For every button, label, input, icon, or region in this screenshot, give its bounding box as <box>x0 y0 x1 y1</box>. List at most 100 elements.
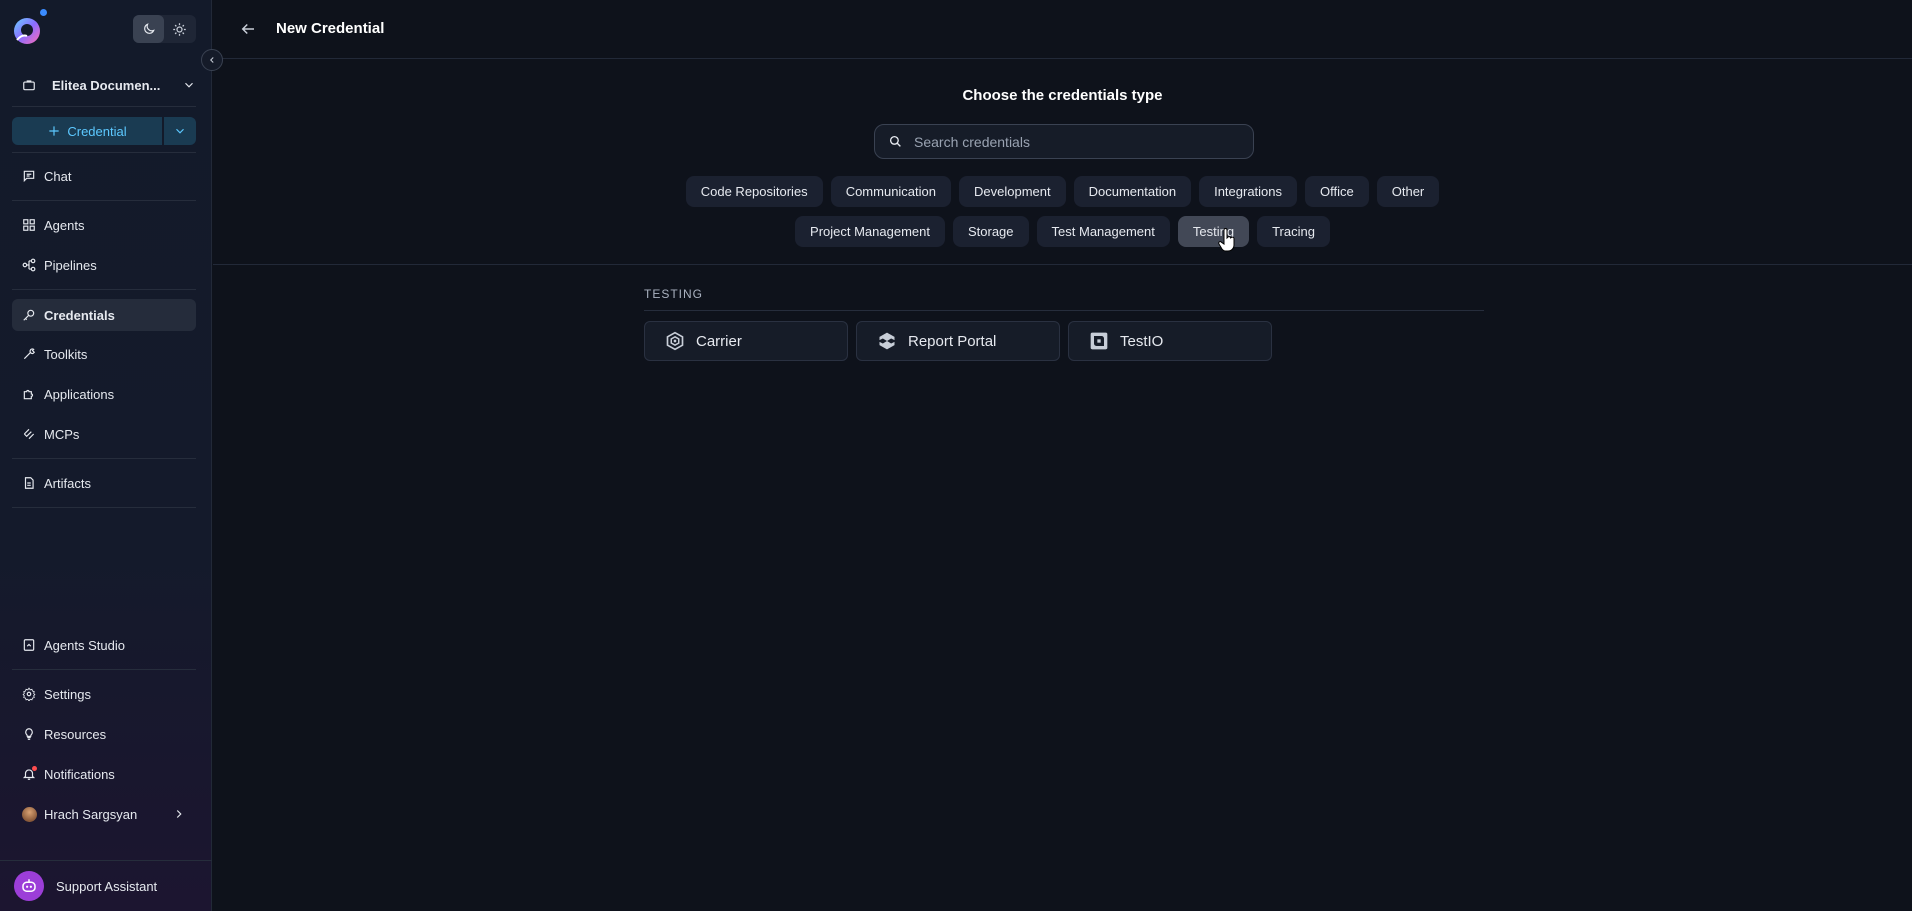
pipeline-icon <box>22 258 36 272</box>
nav-agents-studio[interactable]: Agents Studio <box>12 629 196 661</box>
nav-label: Resources <box>44 726 107 742</box>
avatar <box>22 806 37 822</box>
category-chip[interactable]: Storage <box>952 216 1029 247</box>
divider <box>12 507 196 508</box>
divider <box>213 264 1912 265</box>
divider <box>12 669 196 670</box>
carrier-icon <box>666 331 684 351</box>
elitea-logo[interactable] <box>12 16 42 46</box>
support-label: Support Assistant <box>56 878 158 894</box>
search-input[interactable] <box>914 133 1234 150</box>
report-portal-icon <box>879 332 895 350</box>
nav-credentials[interactable]: Credentials <box>12 299 196 331</box>
credential-card-carrier[interactable]: Carrier <box>644 321 848 361</box>
support-bot-icon <box>14 871 44 901</box>
user-menu[interactable]: Hrach Sargsyan <box>12 798 196 830</box>
create-credential-button[interactable]: Credential <box>12 117 162 145</box>
support-assistant[interactable]: Support Assistant <box>0 860 212 911</box>
nav-pipelines[interactable]: Pipelines <box>12 249 196 281</box>
nav-toolkits[interactable]: Toolkits <box>12 338 196 370</box>
hand-cursor-icon <box>1218 228 1235 252</box>
key-icon <box>23 309 35 321</box>
nav-label: Notifications <box>44 766 115 782</box>
notification-badge <box>32 766 37 771</box>
card-label: Carrier <box>696 332 742 350</box>
search-box <box>874 124 1254 159</box>
user-name: Hrach Sargsyan <box>44 806 138 822</box>
nav-label: Pipelines <box>44 257 97 273</box>
sun-icon <box>173 22 186 36</box>
nav-resources[interactable]: Resources <box>12 718 196 750</box>
nav-label: Artifacts <box>44 475 91 491</box>
divider <box>12 200 196 201</box>
section-label: TESTING <box>644 287 704 301</box>
category-chip[interactable]: Code Repositories <box>685 176 823 207</box>
theme-toggle <box>133 15 196 43</box>
nav-mcps[interactable]: MCPs <box>12 418 196 450</box>
nav-agents[interactable]: Agents <box>12 209 196 241</box>
chevron-left-icon <box>210 57 214 63</box>
divider <box>644 310 1484 311</box>
nav-label: Settings <box>44 686 91 702</box>
nav-label: Toolkits <box>44 346 88 362</box>
file-icon <box>24 477 34 489</box>
nav-applications[interactable]: Applications <box>12 378 196 410</box>
category-chip[interactable]: Other <box>1376 176 1440 207</box>
light-mode-button[interactable] <box>164 15 195 43</box>
back-arrow-icon[interactable] <box>239 20 257 38</box>
wrench-icon <box>23 348 36 360</box>
create-dropdown-button[interactable] <box>164 117 196 145</box>
divider <box>12 106 196 107</box>
category-row-2: Project Management Storage Test Manageme… <box>213 216 1912 247</box>
lightbulb-icon <box>25 728 33 740</box>
nav-label: Applications <box>44 386 115 402</box>
dark-mode-button[interactable] <box>133 15 164 43</box>
studio-icon <box>23 639 35 651</box>
gear-icon <box>22 687 36 701</box>
create-label: Credential <box>67 123 127 139</box>
nav-settings[interactable]: Settings <box>12 678 196 710</box>
credential-card-testio[interactable]: TestIO <box>1068 321 1272 361</box>
category-chip[interactable]: Office <box>1305 176 1369 207</box>
plus-icon <box>49 126 60 136</box>
briefcase-icon <box>23 80 35 91</box>
testio-icon <box>1090 332 1108 350</box>
credential-card-report-portal[interactable]: Report Portal <box>856 321 1060 361</box>
chat-icon <box>23 170 35 183</box>
nav-notifications[interactable]: Notifications <box>12 758 196 790</box>
sidebar: Elitea Documen... Credential Chat Agents… <box>0 0 212 911</box>
mcp-icon <box>23 428 35 440</box>
nav-label: Chat <box>44 168 72 184</box>
category-chip[interactable]: Communication <box>830 176 952 207</box>
chevron-down-icon <box>185 82 193 88</box>
project-name: Elitea Documen... <box>52 77 161 93</box>
category-chip[interactable]: Test Management <box>1036 216 1170 247</box>
chevron-right-icon <box>176 810 182 818</box>
search-icon <box>889 135 901 147</box>
category-chip[interactable]: Tracing <box>1257 216 1330 247</box>
nav-artifacts[interactable]: Artifacts <box>12 467 196 499</box>
nav-label: Credentials <box>44 307 115 323</box>
choose-type-title: Choose the credentials type <box>962 87 1163 104</box>
divider <box>12 152 196 153</box>
collapse-sidebar-button[interactable] <box>201 49 223 71</box>
category-chip[interactable]: Development <box>959 176 1066 207</box>
card-label: TestIO <box>1120 332 1164 350</box>
chevron-down-icon <box>176 128 184 134</box>
category-chip[interactable]: Project Management <box>795 216 945 247</box>
moon-icon <box>143 23 155 34</box>
project-selector[interactable]: Elitea Documen... <box>12 70 196 100</box>
nav-label: MCPs <box>44 426 80 442</box>
category-chip[interactable]: Documentation <box>1073 176 1192 207</box>
puzzle-icon <box>23 389 34 400</box>
divider <box>12 458 196 459</box>
grid-icon <box>23 219 35 231</box>
category-chip-active[interactable]: Testing <box>1177 216 1250 247</box>
nav-label: Agents Studio <box>44 637 125 653</box>
notification-dot <box>40 9 47 16</box>
category-chip[interactable]: Integrations <box>1199 176 1298 207</box>
nav-chat[interactable]: Chat <box>12 160 196 192</box>
top-bar: New Credential <box>213 0 1912 59</box>
nav-label: Agents <box>44 217 85 233</box>
divider <box>12 289 196 290</box>
